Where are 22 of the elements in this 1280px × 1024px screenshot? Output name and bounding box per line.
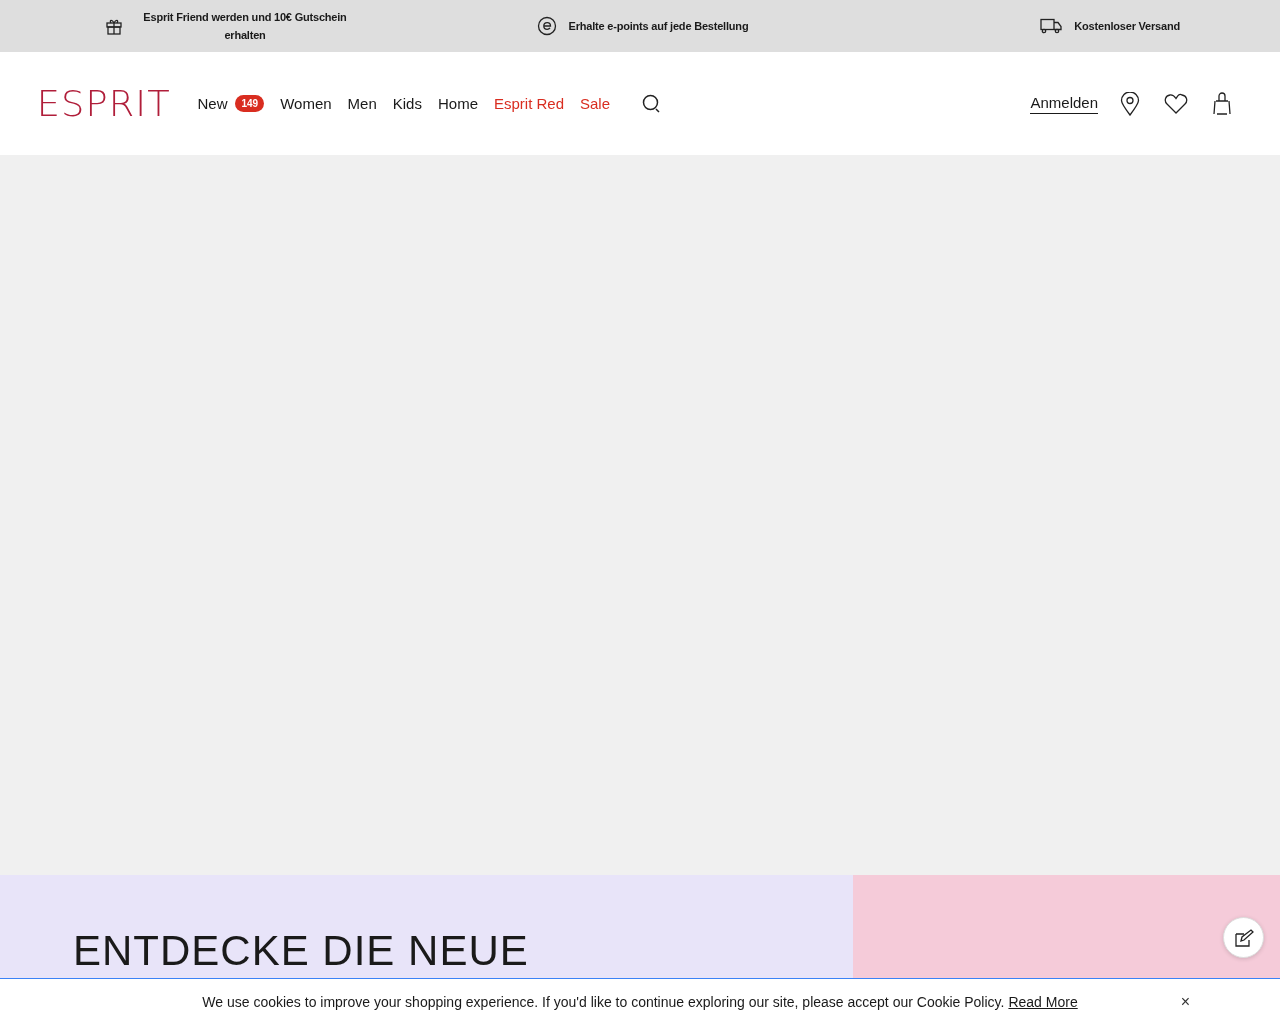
nav-link[interactable]: Esprit Red: [494, 95, 564, 112]
nav-link[interactable]: Men: [347, 95, 377, 112]
nav-link[interactable]: Home: [437, 95, 478, 112]
nav-link[interactable]: Sale: [580, 95, 611, 112]
e-coin-icon: [536, 16, 557, 36]
edit-icon: [1233, 928, 1254, 947]
promo-text: Esprit Friend werden und 10€ Gutschein erhalten: [142, 10, 348, 43]
nav-link[interactable]: Women: [280, 95, 332, 112]
nav-link[interactable]: Kids: [392, 95, 422, 112]
promo-text: Erhalte e-points auf jede Bestellung: [568, 19, 749, 34]
promo-text: Kostenloser Versand: [1074, 19, 1180, 34]
feedback-button[interactable]: [1223, 917, 1264, 958]
nav-link[interactable]: New 149: [197, 95, 265, 112]
count-badge: 149: [235, 95, 265, 112]
banner-headline: ENTDECKE DIE NEUE: [73, 927, 529, 974]
logo[interactable]: ESPRIT: [36, 83, 171, 124]
read-more-link[interactable]: Read More: [1008, 993, 1078, 1010]
login-link[interactable]: Anmelden: [1030, 93, 1098, 114]
close-button[interactable]: ×: [1180, 993, 1190, 1011]
cookie-text: We use cookies to improve your shopping experience. If you'd like to continue exploring our site, please accept our Cookie Policy.: [202, 993, 1005, 1010]
gift-icon: [105, 17, 123, 35]
truck-icon: [1040, 18, 1063, 34]
